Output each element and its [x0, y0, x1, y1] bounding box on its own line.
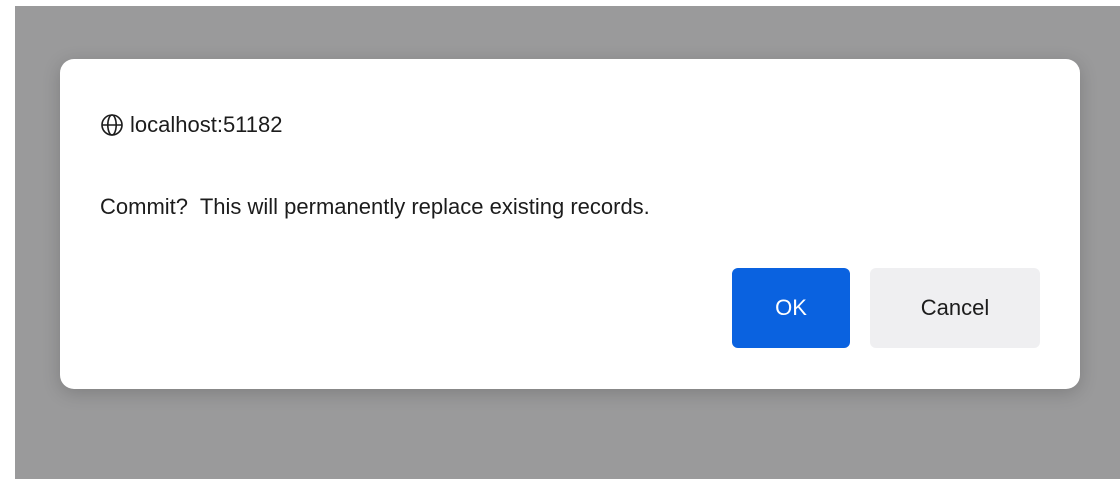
dialog-message: Commit? This will permanently replace ex… — [100, 194, 650, 219]
cancel-button[interactable]: Cancel — [870, 268, 1040, 348]
ok-button[interactable]: OK — [732, 268, 850, 348]
origin-text: localhost:51182 — [130, 112, 283, 137]
globe-icon — [100, 113, 124, 137]
dialog-origin: localhost:51182 — [100, 109, 283, 141]
confirm-dialog: localhost:51182 Commit? This will perman… — [60, 59, 1080, 389]
